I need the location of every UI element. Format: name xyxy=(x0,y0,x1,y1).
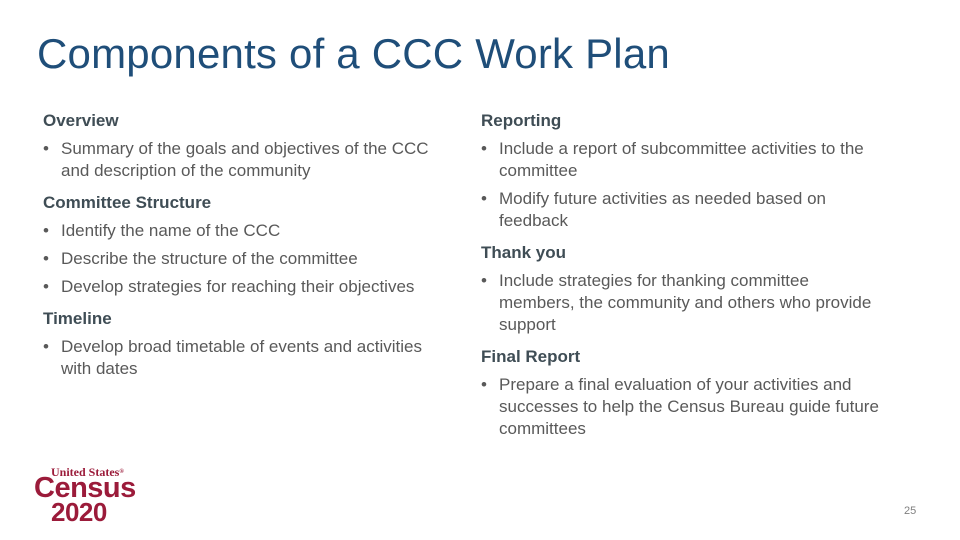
section-heading: Timeline xyxy=(43,309,112,328)
bullet-icon: • xyxy=(43,277,49,296)
census-2020-logo: United States® Census 2020 xyxy=(34,466,144,526)
section-heading: Final Report xyxy=(481,347,581,366)
bullet-text: Modify future activities as needed based… xyxy=(499,189,826,230)
bullet-icon: • xyxy=(43,139,49,158)
section-final-report: Final Report • Prepare a final evaluatio… xyxy=(481,346,881,440)
bullet-list: • Include a report of subcommittee activ… xyxy=(481,138,881,232)
section-heading: Overview xyxy=(43,111,119,130)
bullet-item: • Summary of the goals and objectives of… xyxy=(43,138,443,182)
bullet-icon: • xyxy=(481,189,487,208)
bullet-text: Include strategies for thanking committe… xyxy=(499,271,872,334)
section-reporting: Reporting • Include a report of subcommi… xyxy=(481,110,881,232)
bullet-text: Develop broad timetable of events and ac… xyxy=(61,337,422,378)
bullet-icon: • xyxy=(481,271,487,290)
section-heading: Thank you xyxy=(481,243,567,262)
bullet-text: Develop strategies for reaching their ob… xyxy=(61,277,415,296)
bullet-item: • Include strategies for thanking commit… xyxy=(481,270,881,336)
bullet-list: • Develop broad timetable of events and … xyxy=(43,336,443,380)
section-heading: Reporting xyxy=(481,111,562,130)
bullet-item: • Identify the name of the CCC xyxy=(43,220,443,242)
section-timeline: Timeline • Develop broad timetable of ev… xyxy=(43,308,443,380)
section-thank-you: Thank you • Include strategies for thank… xyxy=(481,242,881,336)
bullet-item: • Describe the structure of the committe… xyxy=(43,248,443,270)
bullet-text: Describe the structure of the committee xyxy=(61,249,358,268)
bullet-item: • Develop strategies for reaching their … xyxy=(43,276,443,298)
bullet-icon: • xyxy=(481,139,487,158)
bullet-icon: • xyxy=(43,221,49,240)
page-number: 25 xyxy=(904,505,917,517)
bullet-icon: • xyxy=(481,375,487,394)
bullet-text: Identify the name of the CCC xyxy=(61,221,281,240)
bullet-item: • Prepare a final evaluation of your act… xyxy=(481,374,881,440)
section-heading: Committee Structure xyxy=(43,193,212,212)
bullet-icon: • xyxy=(43,249,49,268)
left-column: Overview • Summary of the goals and obje… xyxy=(43,110,443,390)
bullet-list: • Identify the name of the CCC • Describ… xyxy=(43,220,443,298)
section-committee-structure: Committee Structure • Identify the name … xyxy=(43,192,443,298)
bullet-item: • Modify future activities as needed bas… xyxy=(481,188,881,232)
bullet-icon: • xyxy=(43,337,49,356)
bullet-text: Summary of the goals and objectives of t… xyxy=(61,139,429,180)
bullet-text: Include a report of subcommittee activit… xyxy=(499,139,864,180)
logo-year: 2020 xyxy=(51,497,107,527)
bullet-list: • Summary of the goals and objectives of… xyxy=(43,138,443,182)
bullet-list: • Prepare a final evaluation of your act… xyxy=(481,374,881,440)
slide-title: Components of a CCC Work Plan xyxy=(37,30,670,77)
bullet-text: Prepare a final evaluation of your activ… xyxy=(499,375,879,438)
bullet-item: • Include a report of subcommittee activ… xyxy=(481,138,881,182)
section-overview: Overview • Summary of the goals and obje… xyxy=(43,110,443,182)
bullet-list: • Include strategies for thanking commit… xyxy=(481,270,881,336)
right-column: Reporting • Include a report of subcommi… xyxy=(481,110,881,450)
bullet-item: • Develop broad timetable of events and … xyxy=(43,336,443,380)
